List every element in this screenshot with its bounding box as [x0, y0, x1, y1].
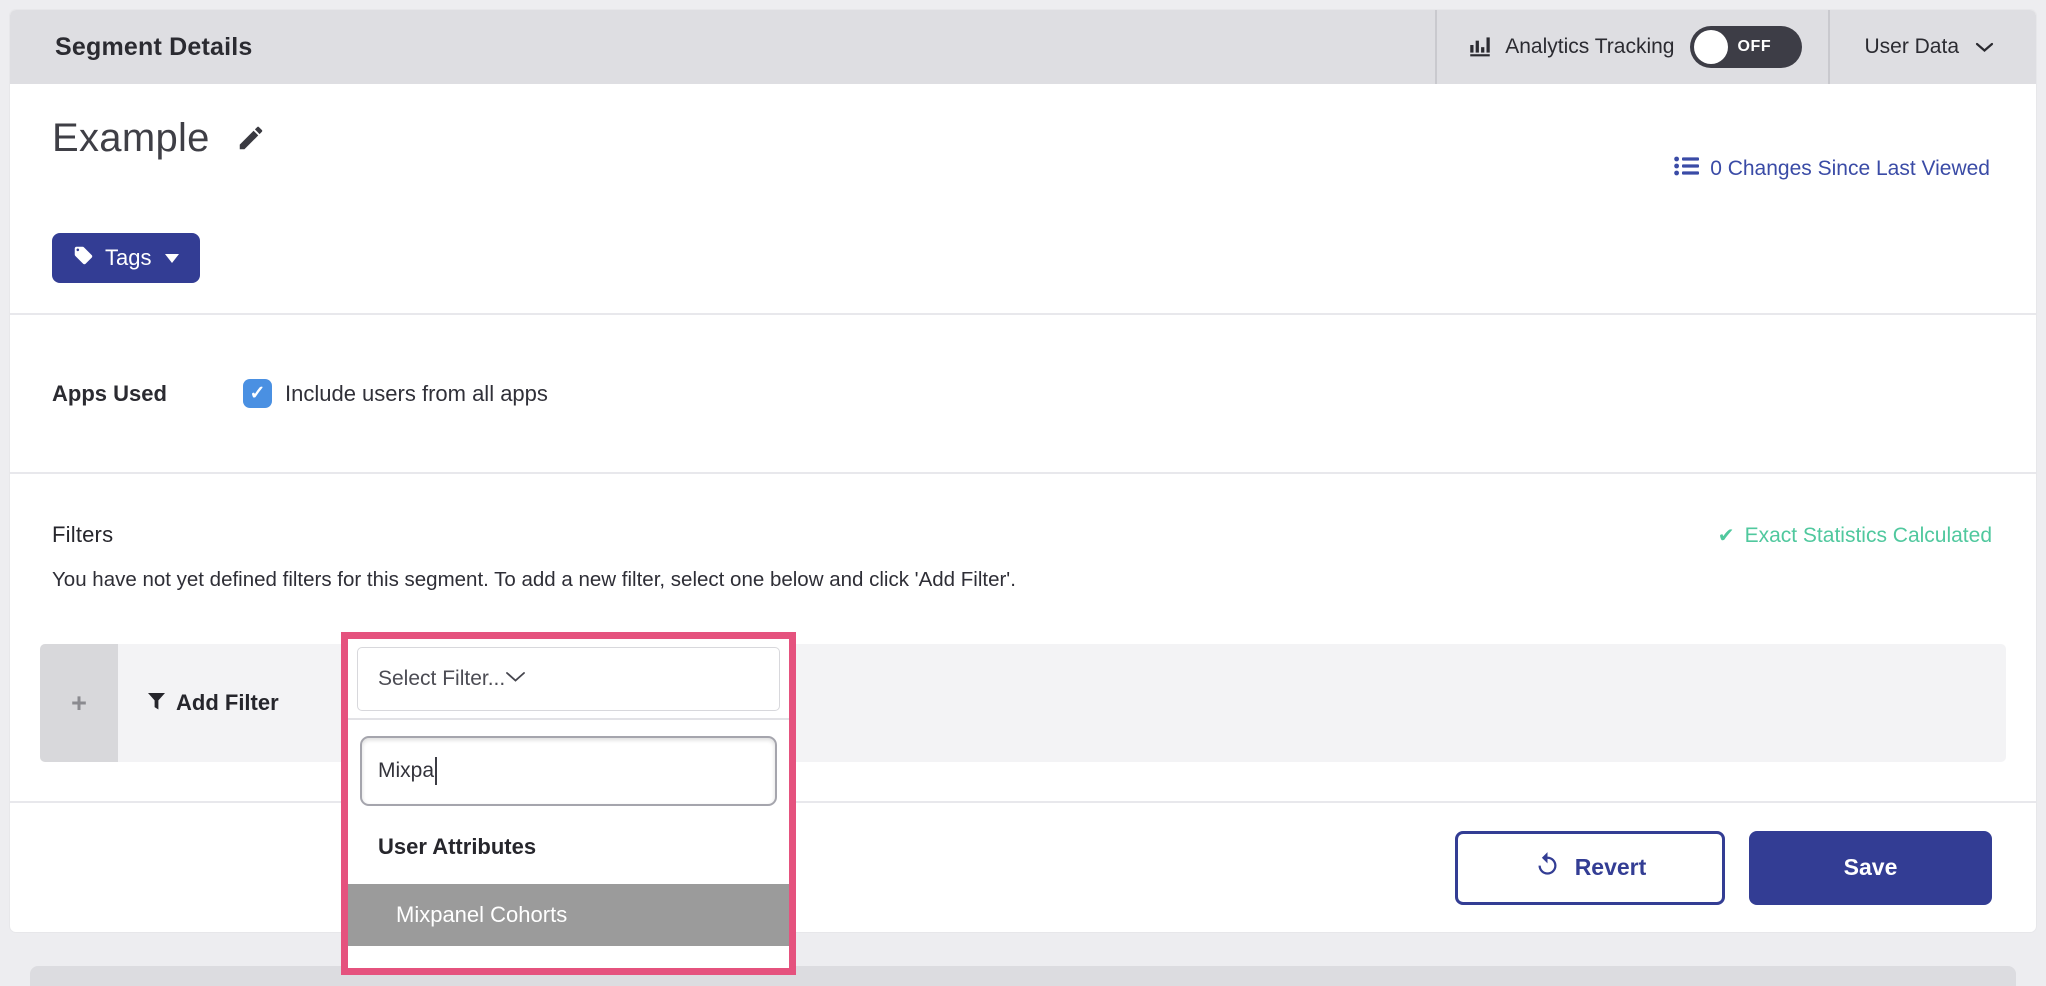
- toggle-state-label: OFF: [1737, 38, 1771, 56]
- text-cursor: [435, 757, 437, 785]
- analytics-tracking-group: Analytics Tracking OFF: [1435, 10, 1828, 84]
- bar-chart-icon: [1467, 32, 1493, 63]
- filter-search-input[interactable]: Mixpa: [360, 736, 777, 806]
- revert-button[interactable]: Revert: [1455, 831, 1725, 905]
- user-data-label: User Data: [1864, 35, 1959, 59]
- add-filter-plus-button[interactable]: +: [40, 644, 118, 762]
- filter-select-highlight-box: Select Filter... Mixpa User Attributes M…: [341, 632, 796, 975]
- dropdown-group-header: User Attributes: [348, 806, 789, 860]
- changes-list-icon: [1674, 156, 1700, 182]
- toggle-knob: [1694, 30, 1728, 64]
- segment-title-row: Example: [10, 84, 2036, 161]
- filters-title: Filters: [52, 522, 113, 548]
- header-right: Analytics Tracking OFF User Data: [1435, 10, 2036, 84]
- dropdown-option-mixpanel-cohorts[interactable]: Mixpanel Cohorts: [348, 884, 789, 946]
- page-title: Segment Details: [10, 10, 253, 84]
- checkmark-icon: ✓: [250, 382, 266, 405]
- edit-pencil-icon[interactable]: [236, 123, 266, 158]
- exact-statistics-label: Exact Statistics Calculated: [1745, 524, 1992, 548]
- actions-section: Revert Save: [10, 803, 2036, 932]
- save-button-label: Save: [1844, 854, 1898, 881]
- filter-search-value: Mixpa: [378, 759, 434, 783]
- card-header: Segment Details Analytics Tracking OFF U…: [10, 10, 2036, 84]
- filters-section: Filters ✔ Exact Statistics Calculated Yo…: [10, 474, 2036, 801]
- tag-icon: [73, 245, 94, 272]
- undo-icon: [1534, 851, 1561, 884]
- segment-details-page: Segment Details Analytics Tracking OFF U…: [0, 0, 2046, 986]
- apps-used-section: Apps Used ✓ Include users from all apps: [10, 315, 2036, 472]
- caret-down-icon: [165, 254, 179, 263]
- chevron-down-icon: [1959, 35, 1994, 59]
- next-section-panel: [30, 966, 2016, 986]
- filter-select-value: Select Filter...: [378, 667, 505, 691]
- changes-since-last-viewed-link[interactable]: 0 Changes Since Last Viewed: [1674, 156, 1990, 182]
- revert-button-label: Revert: [1575, 854, 1647, 881]
- analytics-tracking-toggle[interactable]: OFF: [1690, 26, 1802, 68]
- filter-dropdown-panel: Mixpa User Attributes Mixpanel Cohorts: [348, 718, 789, 968]
- add-filter-label: Add Filter: [176, 690, 279, 716]
- include-all-apps-label: Include users from all apps: [285, 381, 548, 407]
- check-icon: ✔: [1718, 523, 1735, 548]
- filters-empty-message: You have not yet defined filters for thi…: [10, 548, 2036, 592]
- add-filter-row: + Add Filter: [40, 644, 2006, 762]
- segment-name: Example: [52, 116, 210, 161]
- select-chevron-down-icon: [505, 670, 526, 688]
- save-button[interactable]: Save: [1749, 831, 1992, 905]
- changes-link-label: 0 Changes Since Last Viewed: [1710, 157, 1990, 181]
- tags-button[interactable]: Tags: [52, 233, 200, 283]
- user-data-dropdown[interactable]: User Data: [1828, 10, 2036, 84]
- filters-header: Filters ✔ Exact Statistics Calculated: [10, 474, 2036, 548]
- analytics-tracking-label: Analytics Tracking: [1505, 35, 1674, 59]
- exact-statistics-status: ✔ Exact Statistics Calculated: [1718, 523, 1992, 548]
- segment-details-card: Segment Details Analytics Tracking OFF U…: [10, 10, 2036, 932]
- segment-name-section: Example Tags 0 Changes Since Last Viewed: [10, 84, 2036, 313]
- filter-select[interactable]: Select Filter...: [357, 647, 780, 711]
- include-all-apps-checkbox[interactable]: ✓: [243, 379, 272, 408]
- apps-used-label: Apps Used: [52, 381, 243, 407]
- tags-button-label: Tags: [105, 245, 151, 271]
- plus-icon: +: [71, 688, 87, 719]
- add-filter-label-group[interactable]: Add Filter: [118, 644, 279, 762]
- funnel-icon: [147, 690, 166, 716]
